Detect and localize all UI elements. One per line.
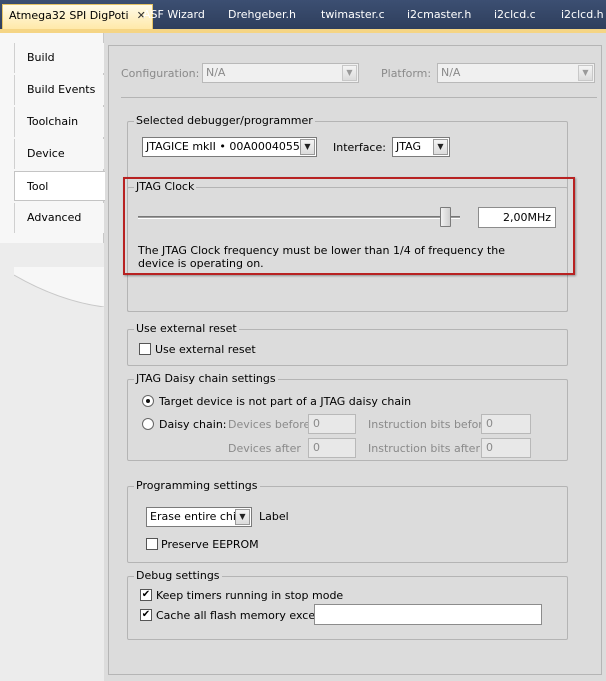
nav-item-advanced[interactable]: Advanced (14, 203, 104, 233)
erase-value: Erase entire chip (150, 510, 243, 523)
chevron-down-icon: ▼ (235, 509, 250, 525)
tab-label: Atmega32 SPI DigPoti (9, 9, 129, 22)
platform-select[interactable]: N/A ▼ (437, 63, 595, 83)
radio-daisy-chain-label: Daisy chain: (159, 418, 227, 431)
tab-drehgeber-h[interactable]: Drehgeber.h (220, 6, 296, 26)
document-tab-strip: Atmega32 SPI DigPoti ✕ ASF Wizard Drehgeb… (0, 0, 606, 30)
daisy-chain-group: JTAG Daisy chain settings Target device … (127, 372, 568, 461)
configuration-value: N/A (206, 66, 226, 79)
tab-twimaster-c[interactable]: twimaster.c (313, 6, 385, 26)
external-reset-checkbox[interactable] (139, 343, 151, 355)
red-highlight-frame (123, 177, 575, 275)
devices-before-label: Devices before (228, 418, 311, 431)
configuration-select[interactable]: N/A ▼ (202, 63, 359, 83)
settings-frame: Configuration: N/A ▼ Platform: N/A ▼ Sel… (108, 45, 602, 675)
nav-item-tool[interactable]: Tool (14, 171, 105, 201)
chevron-down-icon: ▼ (433, 139, 448, 155)
tab-atmega32-spi-digpoti[interactable]: Atmega32 SPI DigPoti ✕ (2, 4, 153, 30)
cache-flash-checkbox[interactable]: ✔ (140, 609, 152, 621)
platform-value: N/A (441, 66, 461, 79)
config-separator (121, 97, 597, 98)
programming-title: Programming settings (134, 479, 260, 492)
keep-timers-checkbox[interactable]: ✔ (140, 589, 152, 601)
nav-item-device[interactable]: Device (14, 139, 104, 169)
radio-not-daisy-label: Target device is not part of a JTAG dais… (159, 395, 412, 408)
nav-item-toolchain[interactable]: Toolchain (14, 107, 104, 137)
interface-value: JTAG (396, 140, 421, 153)
debug-title: Debug settings (134, 569, 222, 582)
tab-i2cmaster-h[interactable]: i2cmaster.h (399, 6, 471, 26)
instruction-after-label: Instruction bits after (368, 442, 480, 455)
debugger-value: JTAGICE mkII • 00A000405567 (146, 140, 314, 153)
nav-item-build[interactable]: Build (14, 43, 104, 73)
cache-flash-except-field[interactable] (314, 604, 542, 625)
tool-settings-panel: Configuration: N/A ▼ Platform: N/A ▼ Sel… (104, 33, 606, 681)
external-reset-group: Use external reset Use external reset (127, 322, 568, 366)
nav-item-build-events[interactable]: Build Events (14, 75, 104, 105)
tab-i2clcd-h[interactable]: i2clcd.h (553, 6, 604, 26)
interface-select[interactable]: JTAG ▼ (392, 137, 450, 157)
devices-after-field[interactable]: 0 (308, 438, 356, 458)
nav-wave-decoration (14, 267, 104, 307)
tab-i2clcd-c[interactable]: i2clcd.c (486, 6, 536, 26)
platform-label: Platform: (381, 67, 432, 80)
configuration-label: Configuration: (121, 67, 200, 80)
instruction-after-field[interactable]: 0 (481, 438, 531, 458)
devices-after-label: Devices after (228, 442, 301, 455)
programming-group: Programming settings Erase entire chip ▼… (127, 479, 568, 563)
instruction-before-label: Instruction bits before (368, 418, 490, 431)
project-properties: Build Build Events Toolchain Device Tool… (0, 33, 606, 681)
external-reset-title: Use external reset (134, 322, 239, 335)
radio-daisy-chain[interactable] (142, 418, 154, 430)
chevron-down-icon: ▼ (300, 139, 315, 155)
radio-not-daisy[interactable] (142, 395, 154, 407)
preserve-eeprom-checkbox[interactable] (146, 538, 158, 550)
chevron-down-icon: ▼ (342, 65, 357, 81)
cache-flash-label: Cache all flash memory except (156, 609, 327, 622)
devices-before-field[interactable]: 0 (308, 414, 356, 434)
external-reset-checkbox-label: Use external reset (155, 343, 256, 356)
instruction-before-field[interactable]: 0 (481, 414, 531, 434)
debugger-group-title: Selected debugger/programmer (134, 114, 315, 127)
debug-group: Debug settings ✔ Keep timers running in … (127, 569, 568, 640)
erase-select[interactable]: Erase entire chip ▼ (146, 507, 252, 527)
debugger-select[interactable]: JTAGICE mkII • 00A000405567 ▼ (142, 137, 317, 157)
keep-timers-label: Keep timers running in stop mode (156, 589, 344, 602)
tab-asf-wizard[interactable]: ASF Wizard (135, 6, 205, 26)
side-nav: Build Build Events Toolchain Device Tool… (0, 33, 105, 681)
erase-label-text: Label (259, 510, 289, 523)
chevron-down-icon: ▼ (578, 65, 593, 81)
preserve-eeprom-label: Preserve EEPROM (161, 538, 259, 551)
interface-label: Interface: (333, 141, 386, 154)
daisy-chain-title: JTAG Daisy chain settings (134, 372, 278, 385)
